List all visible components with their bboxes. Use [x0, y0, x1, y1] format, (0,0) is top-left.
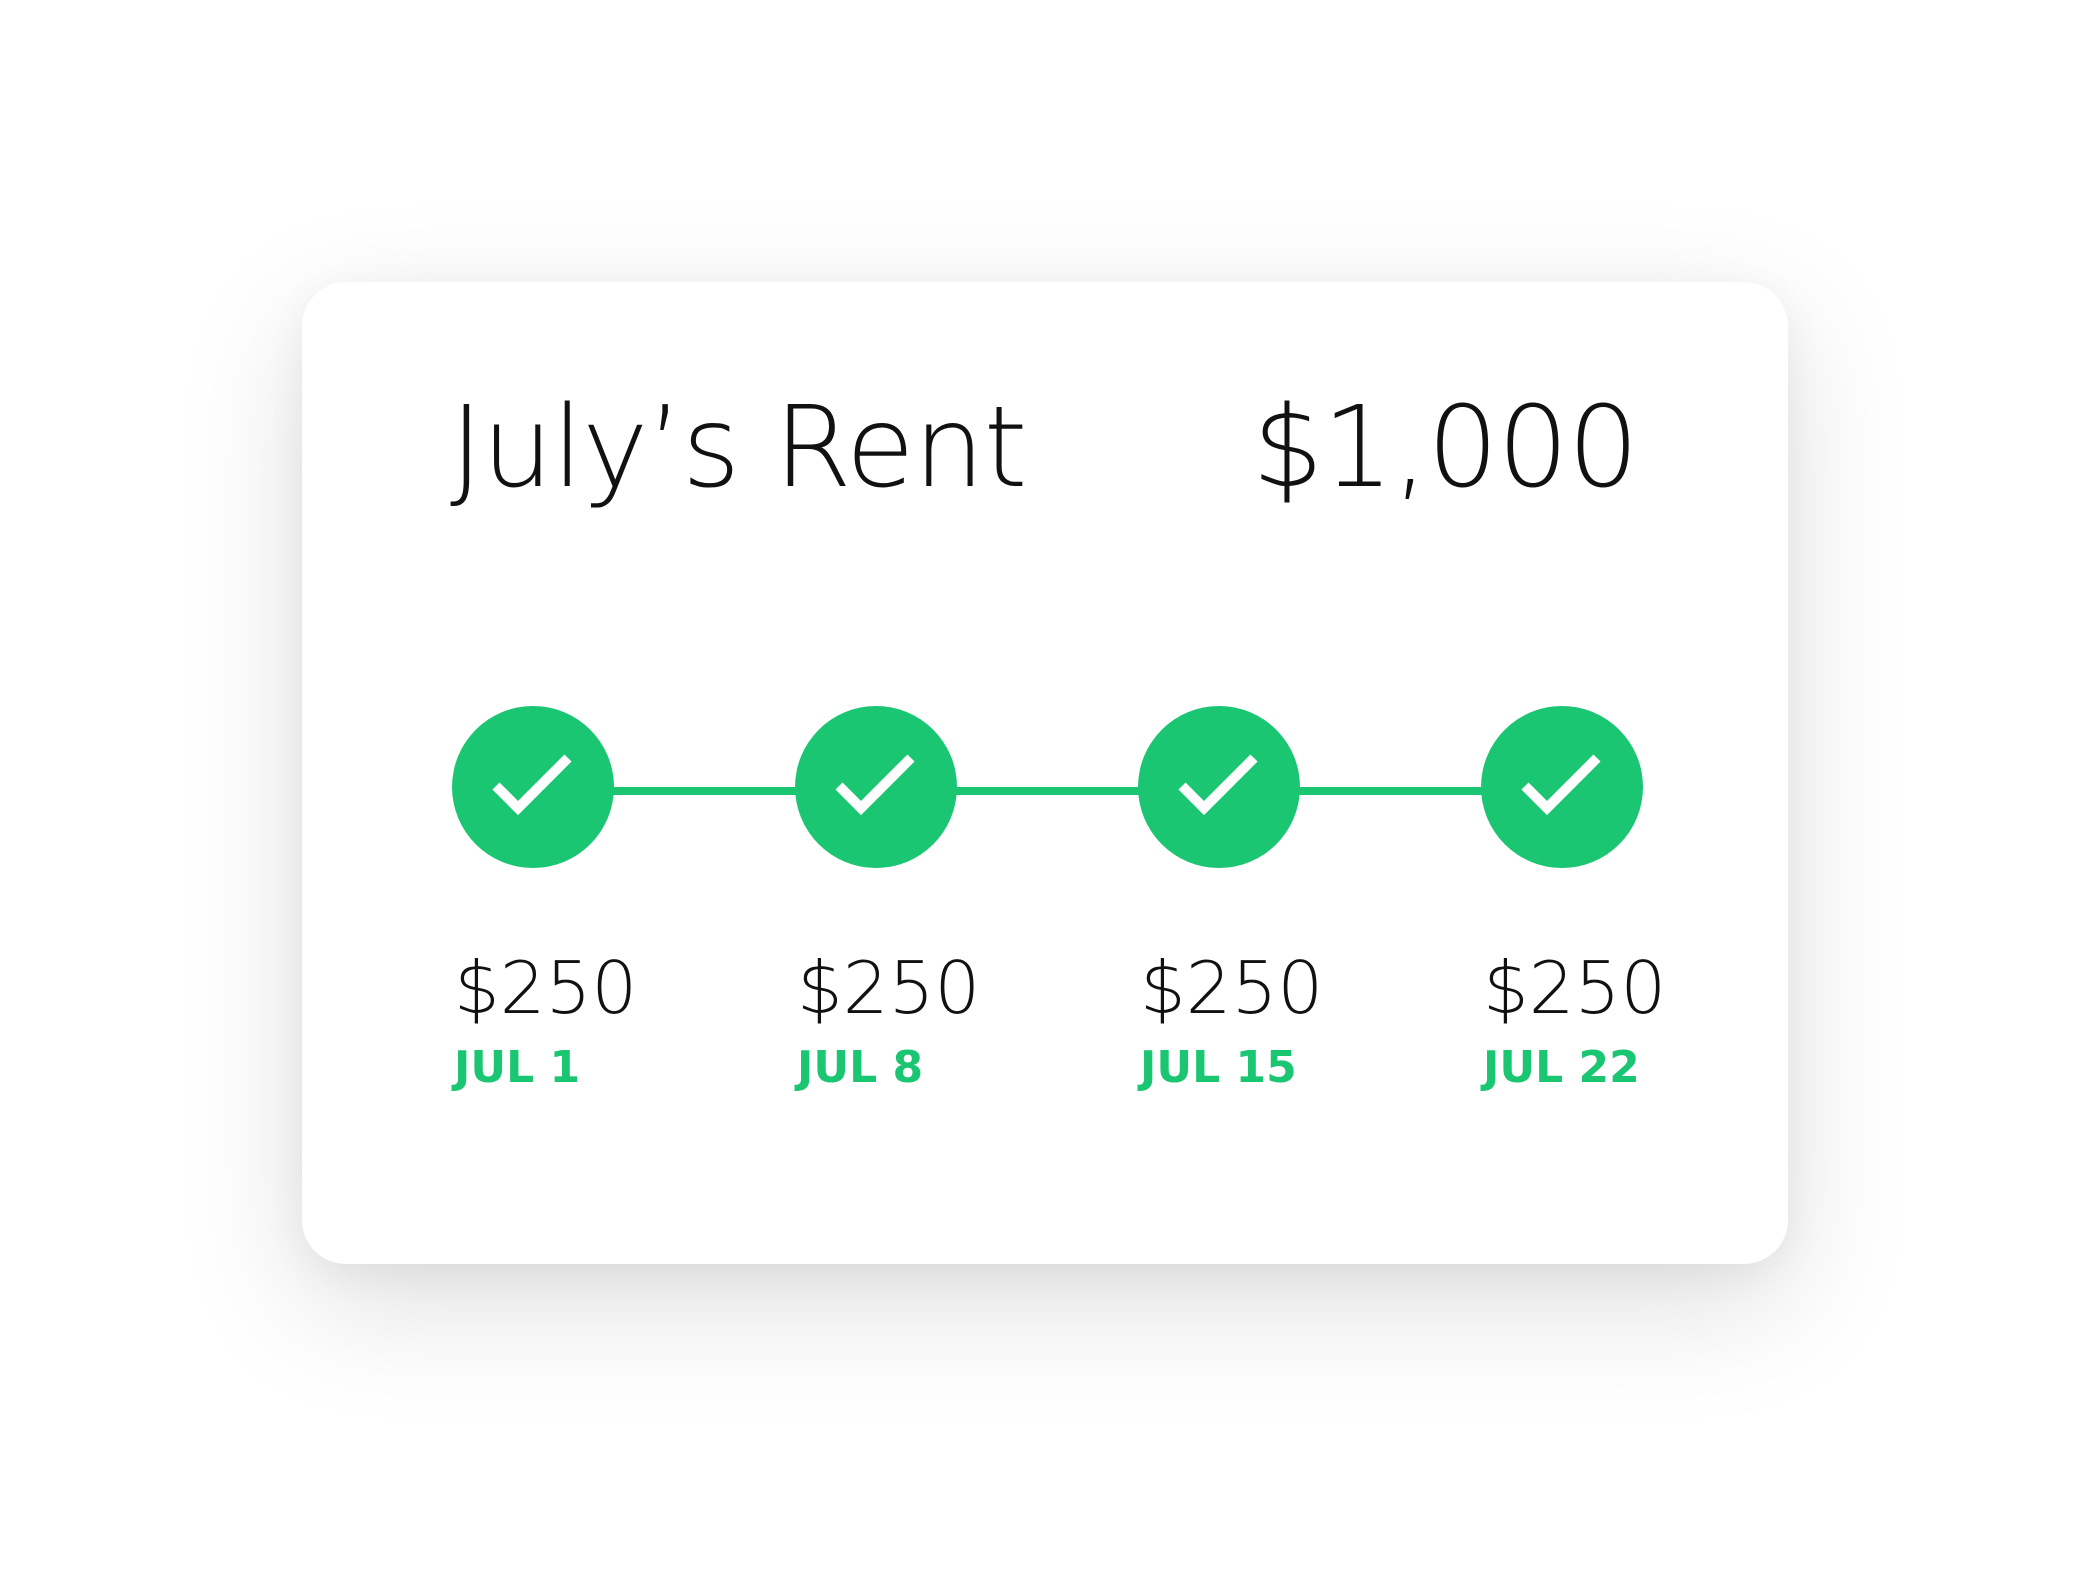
- payment-status-4[interactable]: [1481, 706, 1643, 868]
- payment-status-1[interactable]: [452, 706, 614, 868]
- payment-amount: $250: [797, 946, 981, 1030]
- payment-step-1: $250 JUL 1: [452, 706, 792, 1146]
- card-title: July’s Rent: [450, 383, 1028, 513]
- payment-step-2: $250 JUL 8: [795, 706, 1135, 1146]
- rent-payment-card: July’s Rent $1,000 $250 JUL 1 $250 JUL 8…: [302, 282, 1788, 1264]
- payment-status-2[interactable]: [795, 706, 957, 868]
- check-icon: [1178, 754, 1258, 816]
- check-icon: [1521, 754, 1601, 816]
- payment-amount: $250: [1140, 946, 1324, 1030]
- payment-amount: $250: [454, 946, 638, 1030]
- payment-step-4: $250 JUL 22: [1481, 706, 1821, 1146]
- payment-amount: $250: [1483, 946, 1667, 1030]
- payment-date: JUL 8: [797, 1042, 924, 1093]
- payment-date: JUL 1: [454, 1042, 581, 1093]
- payment-status-3[interactable]: [1138, 706, 1300, 868]
- payment-date: JUL 22: [1483, 1042, 1640, 1093]
- payment-date: JUL 15: [1140, 1042, 1297, 1093]
- payment-step-3: $250 JUL 15: [1138, 706, 1478, 1146]
- check-icon: [492, 754, 572, 816]
- check-icon: [835, 754, 915, 816]
- total-amount: $1,000: [1252, 383, 1639, 513]
